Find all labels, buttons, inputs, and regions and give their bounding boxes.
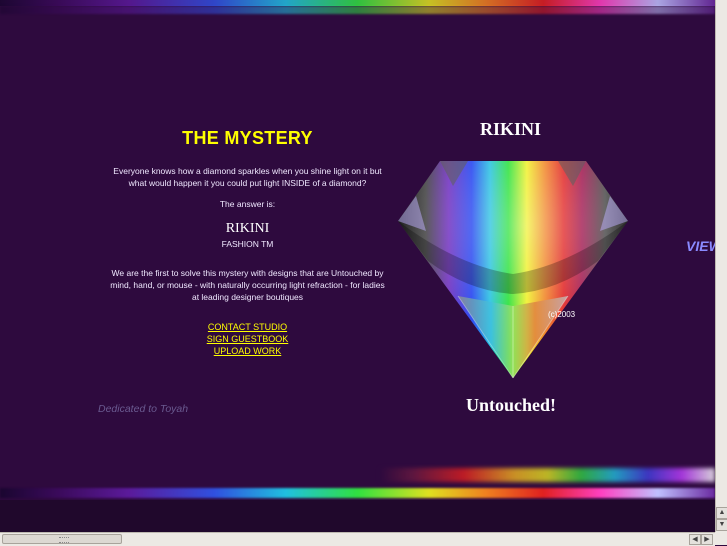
tagline: Untouched! bbox=[466, 395, 557, 415]
bottom-dark-strip bbox=[0, 500, 715, 532]
mystery-column: THE MYSTERY Everyone knows how a diamond… bbox=[110, 120, 385, 357]
copyright-text: (c)2003 bbox=[548, 310, 576, 319]
brand-trademark: FASHION TM bbox=[221, 239, 274, 249]
intro-paragraph: Everyone knows how a diamond sparkles wh… bbox=[113, 166, 382, 188]
dedication-text: Dedicated to Toyah bbox=[98, 403, 189, 415]
link-list: CONTACT STUDIO SIGN GUESTBOOK UPLOAD WOR… bbox=[110, 321, 385, 357]
upload-work-link[interactable]: UPLOAD WORK bbox=[110, 345, 385, 357]
description-paragraph: We are the first to solve this mystery w… bbox=[110, 268, 385, 302]
answer-label: The answer is: bbox=[219, 199, 276, 209]
vertical-scrollbar[interactable]: ▲ ▼ bbox=[715, 0, 727, 532]
brand-name: RIKINI bbox=[225, 221, 270, 236]
scrollbar-corner bbox=[715, 532, 727, 545]
bottom-rainbow-band bbox=[0, 488, 715, 498]
scrollbar-thumb[interactable] bbox=[2, 534, 122, 544]
bottom-rainbow-streak bbox=[380, 468, 715, 482]
arrow-right-icon[interactable]: ▶ bbox=[701, 534, 713, 545]
view-link[interactable]: VIEW bbox=[686, 238, 715, 254]
page-title: THE MYSTERY bbox=[182, 128, 313, 148]
arrow-down-icon[interactable]: ▼ bbox=[716, 519, 727, 531]
grip-icon bbox=[59, 537, 69, 543]
horizontal-scrollbar[interactable]: ◀ ▶ bbox=[0, 532, 715, 546]
brand-heading: RIKINI bbox=[480, 119, 542, 139]
arrow-left-icon[interactable]: ◀ bbox=[689, 534, 701, 545]
diamond-image bbox=[398, 156, 628, 381]
contact-studio-link[interactable]: CONTACT STUDIO bbox=[110, 321, 385, 333]
sign-guestbook-link[interactable]: SIGN GUESTBOOK bbox=[110, 333, 385, 345]
top-rainbow-glow bbox=[0, 6, 715, 14]
arrow-up-icon[interactable]: ▲ bbox=[716, 507, 727, 519]
